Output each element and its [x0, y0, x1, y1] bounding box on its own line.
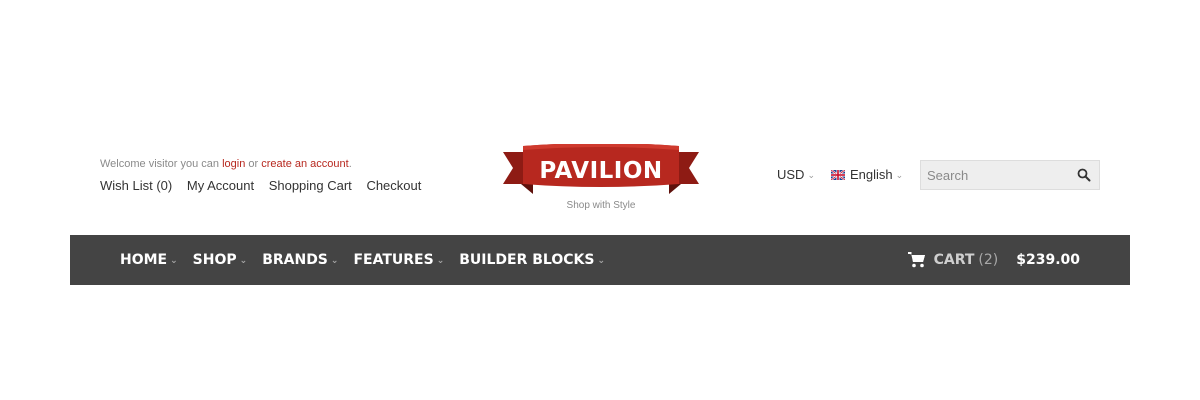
chevron-down-icon: ⌄	[436, 256, 445, 266]
cart-button[interactable]: CART (2) $239.00	[907, 235, 1080, 285]
nav-item-brands[interactable]: BRANDS ⌄	[262, 252, 338, 268]
nav-item-label: BRANDS	[262, 252, 328, 268]
language-value: English	[850, 167, 893, 182]
welcome-suffix: .	[348, 158, 352, 170]
nav-item-builder-blocks[interactable]: BUILDER BLOCKS ⌄	[459, 252, 605, 268]
chevron-down-icon: ⌄	[239, 256, 248, 266]
nav-item-shop[interactable]: SHOP ⌄	[193, 252, 248, 268]
shopping-cart-link[interactable]: Shopping Cart	[269, 178, 352, 193]
cart-label: CART	[933, 252, 975, 268]
search-icon[interactable]	[1077, 168, 1091, 182]
language-selector[interactable]: English ⌄	[831, 167, 903, 182]
welcome-middle: or	[245, 158, 262, 170]
logo-tagline: Shop with Style	[566, 200, 636, 211]
cart-total: $239.00	[1016, 252, 1080, 268]
welcome-prefix: Welcome visitor you can	[100, 158, 223, 170]
nav-item-label: HOME	[120, 252, 168, 268]
nav-item-label: FEATURES	[353, 252, 434, 268]
nav-item-home[interactable]: HOME ⌄	[120, 252, 178, 268]
header-top: Welcome visitor you can login or create …	[100, 138, 1100, 218]
main-nav-bar: HOME ⌄ SHOP ⌄ BRANDS ⌄ FEATURES ⌄ BUILDER BL…	[70, 235, 1130, 285]
currency-selector[interactable]: USD ⌄	[777, 167, 815, 182]
chevron-down-icon: ⌄	[597, 256, 605, 266]
nav-item-features[interactable]: FEATURES ⌄	[353, 252, 444, 268]
currency-value: USD	[777, 167, 805, 182]
wish-list-link[interactable]: Wish List (0)	[100, 178, 172, 193]
my-account-link[interactable]: My Account	[187, 178, 254, 193]
page: Welcome visitor you can login or create …	[0, 0, 1200, 400]
nav-item-label: SHOP	[192, 252, 237, 268]
welcome-message: Welcome visitor you can login or create …	[100, 158, 352, 170]
uk-flag-icon	[831, 170, 845, 180]
main-menu: HOME ⌄ SHOP ⌄ BRANDS ⌄ FEATURES ⌄ BUILDER BL…	[120, 235, 620, 285]
account-links: Wish List (0) My Account Shopping Cart C…	[100, 178, 432, 193]
cart-count: (2)	[978, 252, 999, 268]
chevron-down-icon: ⌄	[895, 170, 904, 180]
logo-text: PAVILION	[539, 158, 663, 184]
chevron-down-icon: ⌄	[170, 256, 178, 266]
chevron-down-icon: ⌄	[807, 170, 815, 180]
nav-item-label: BUILDER BLOCKS	[459, 252, 595, 268]
chevron-down-icon: ⌄	[330, 256, 339, 266]
cart-icon	[907, 252, 925, 268]
checkout-link[interactable]: Checkout	[366, 178, 421, 193]
create-account-link[interactable]: create an account	[261, 158, 348, 170]
search-input[interactable]	[927, 161, 1067, 189]
login-link[interactable]: login	[222, 158, 245, 170]
search-box	[920, 160, 1100, 190]
site-logo[interactable]: PAVILION Shop with Style	[503, 144, 699, 211]
